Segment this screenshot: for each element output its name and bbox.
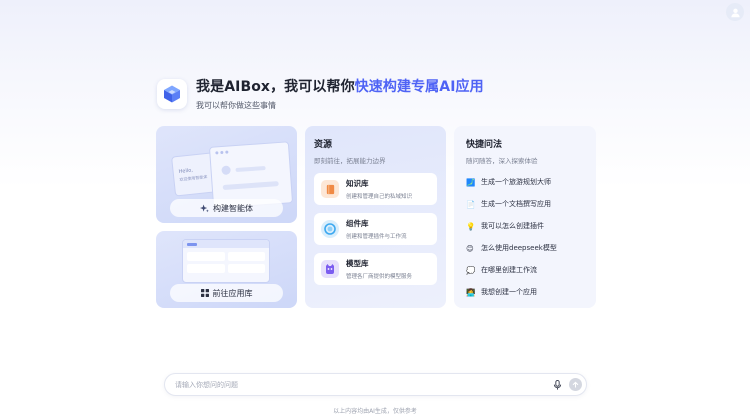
- resource-desc: 创建和管理自己的私域知识: [346, 194, 413, 200]
- lightbulb-icon: 💡: [466, 221, 476, 231]
- resource-name: 模型库: [346, 259, 369, 268]
- build-agent-label: 构建智能体: [213, 203, 253, 213]
- resources-title: 资源: [314, 140, 333, 150]
- hero-section: 我是AIBox，我可以帮你快速构建专属AI应用 我可以帮你做这些事情: [157, 76, 484, 111]
- goto-app-library-label: 前往应用库: [212, 288, 253, 298]
- page-subtitle: 我可以帮你做这些事情: [196, 101, 276, 110]
- quick-question-item[interactable]: 💭 在哪里创建工作流: [466, 265, 584, 275]
- resource-item-model-library[interactable]: 模型库 管理各厂商提供的模型服务: [314, 253, 437, 285]
- arrow-up-icon: [572, 381, 579, 388]
- resource-name: 知识库: [346, 179, 369, 188]
- resource-desc: 管理各厂商提供的模型服务: [346, 274, 413, 280]
- build-agent-card[interactable]: Hello, 欢迎使用智能体 构建智能体: [156, 126, 297, 223]
- resource-name: 组件库: [346, 219, 369, 228]
- page-title: 我是AIBox，我可以帮你快速构建专属AI应用: [196, 76, 484, 96]
- model-icon: [321, 260, 339, 278]
- quick-question-item[interactable]: 👩‍💻 我想创建一个应用: [466, 287, 584, 297]
- quick-question-label: 生成一个旅游规划大师: [481, 178, 551, 186]
- document-icon: 📄: [466, 199, 476, 209]
- book-icon: [321, 180, 339, 198]
- page-title-highlight: 快速构建专属AI应用: [354, 79, 484, 95]
- app-library-card[interactable]: 前往应用库: [156, 231, 297, 308]
- quick-question-label: 怎么使用deepseek模型: [481, 244, 557, 252]
- ai-disclaimer: 以上内容均由AI生成，仅供参考: [333, 408, 417, 415]
- developer-icon: 👩‍💻: [466, 287, 476, 297]
- quick-question-item[interactable]: 🗾 生成一个旅游规划大师: [466, 177, 584, 187]
- quick-question-label: 我可以怎么创建插件: [481, 222, 544, 230]
- resource-item-component-library[interactable]: 组件库 创建和管理插件与工作流: [314, 213, 437, 245]
- quick-questions-card: 快捷问法 随问随答，深入探索体验 🗾 生成一个旅游规划大师 📄 生成一个文档撰写…: [454, 126, 596, 308]
- goto-app-library-button[interactable]: 前往应用库: [170, 284, 283, 302]
- quick-question-label: 生成一个文档撰写应用: [481, 200, 551, 208]
- chat-input-bar: [164, 373, 587, 396]
- user-icon: [730, 8, 740, 17]
- question-input[interactable]: [175, 380, 550, 389]
- quick-question-item[interactable]: 📄 生成一个文档撰写应用: [466, 199, 584, 209]
- sparkle-icon: [200, 203, 209, 213]
- quick-subtitle: 随问随答，深入探索体验: [466, 157, 538, 165]
- aibox-logo: [157, 78, 187, 109]
- user-avatar[interactable]: [726, 3, 744, 21]
- map-icon: 🗾: [466, 177, 476, 187]
- build-agent-button[interactable]: 构建智能体: [170, 199, 283, 217]
- quick-question-label: 我想创建一个应用: [481, 288, 537, 296]
- quick-title: 快捷问法: [466, 140, 503, 150]
- thought-bubble-icon: 💭: [466, 265, 476, 275]
- resources-card: 资源 即刻前往，拓展能力边界 知识库 创建和管理自己的私域知识 组件库 创建和管…: [305, 126, 446, 308]
- grid-icon: [200, 289, 209, 297]
- cube-icon: [164, 85, 180, 102]
- send-button[interactable]: [569, 378, 582, 391]
- resource-desc: 创建和管理插件与工作流: [346, 234, 407, 240]
- mock-app-window: [182, 239, 270, 283]
- microphone-button[interactable]: [550, 378, 564, 392]
- component-icon: [321, 220, 339, 238]
- resource-item-knowledge-base[interactable]: 知识库 创建和管理自己的私域知识: [314, 173, 437, 205]
- smile-icon: 😊: [466, 243, 474, 253]
- quick-question-label: 在哪里创建工作流: [481, 266, 537, 274]
- microphone-icon: [553, 379, 561, 390]
- resources-subtitle: 即刻前往，拓展能力边界: [314, 157, 386, 165]
- quick-question-item[interactable]: 💡 我可以怎么创建插件: [466, 221, 584, 231]
- quick-question-item[interactable]: 😊 怎么使用deepseek模型: [466, 243, 584, 253]
- page-title-prefix: 我是AIBox，我可以帮你: [196, 79, 355, 95]
